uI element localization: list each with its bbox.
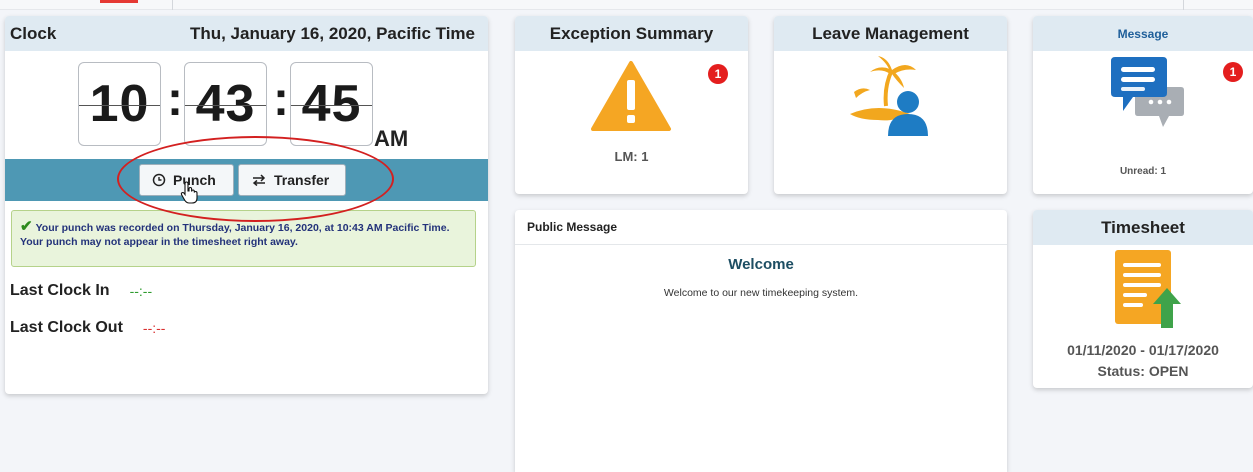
public-message-heading: Welcome <box>728 256 794 273</box>
hand-cursor-icon <box>180 181 198 204</box>
punch-toolbar: Punch Transfer <box>5 159 488 201</box>
timesheet-card[interactable]: Timesheet 01/11/2020 - 01/17/2020 Status… <box>1033 210 1253 388</box>
timesheet-upload-icon <box>1115 250 1181 328</box>
last-clock-out-row: Last Clock Out --:-- <box>10 319 165 337</box>
unread-count: Unread: 1 <box>1119 166 1167 177</box>
public-message-title: Public Message <box>515 210 1007 245</box>
island-person-icon <box>850 56 928 136</box>
checkmark-icon: ✔ <box>20 218 33 235</box>
clock-icon <box>152 173 166 187</box>
clock-title: Clock <box>10 23 57 43</box>
timesheet-title: Timesheet <box>1033 210 1253 245</box>
public-message-card: Public Message Welcome Welcome to our ne… <box>515 210 1007 472</box>
exception-count-badge: 1 <box>708 64 728 84</box>
clock-colon: : <box>273 73 289 126</box>
exception-summary-card[interactable]: Exception Summary 1 LM: 1 <box>515 16 748 194</box>
exception-summary-title: Exception Summary <box>515 16 748 51</box>
clock-date: Thu, January 16, 2020, Pacific Time <box>189 23 475 43</box>
exception-lm-count: LM: 1 <box>614 149 649 164</box>
transfer-arrows-icon <box>252 174 266 186</box>
clock-seconds: 45 <box>290 62 373 146</box>
chat-bubbles-icon <box>1111 57 1184 127</box>
leave-management-card[interactable]: Leave Management <box>774 16 1007 194</box>
transfer-button-label: Transfer <box>274 172 330 188</box>
leave-management-title: Leave Management <box>774 16 1007 51</box>
punch-success-notice: ✔ Your punch was recorded on Thursday, Ja… <box>11 210 476 267</box>
transfer-button[interactable]: Transfer <box>238 164 346 196</box>
active-tab-indicator <box>100 0 138 3</box>
clock-display: 10 : 43 : 45 AM <box>78 62 423 162</box>
public-message-body: Welcome to our new timekeeping system. <box>663 287 859 299</box>
clock-minutes: 43 <box>184 62 267 146</box>
clock-card-header: Clock Thu, January 16, 2020, Pacific Tim… <box>5 16 488 51</box>
timesheet-status: Status: OPEN <box>1097 363 1189 379</box>
punch-notice-text: Your punch was recorded on Thursday, Jan… <box>20 222 450 248</box>
last-clock-out-value: --:-- <box>142 320 166 336</box>
clock-ampm: AM <box>374 126 409 151</box>
message-count-badge: 1 <box>1223 62 1243 82</box>
clock-hours: 10 <box>78 62 161 146</box>
last-clock-in-label: Last Clock In <box>10 282 110 299</box>
last-clock-in-value: --:-- <box>129 283 153 299</box>
nav-separator <box>1183 0 1184 10</box>
clock-colon: : <box>167 73 183 126</box>
message-title: Message <box>1033 16 1253 51</box>
warning-triangle-icon <box>591 61 671 131</box>
last-clock-in-row: Last Clock In --:-- <box>10 282 152 300</box>
message-card[interactable]: Message 1 Unread: 1 <box>1033 16 1253 194</box>
top-nav-strip <box>0 0 1253 10</box>
last-clock-out-label: Last Clock Out <box>10 319 123 336</box>
nav-separator <box>172 0 173 10</box>
timesheet-date-range: 01/11/2020 - 01/17/2020 <box>1067 342 1219 358</box>
clock-card: Clock Thu, January 16, 2020, Pacific Tim… <box>5 16 488 394</box>
